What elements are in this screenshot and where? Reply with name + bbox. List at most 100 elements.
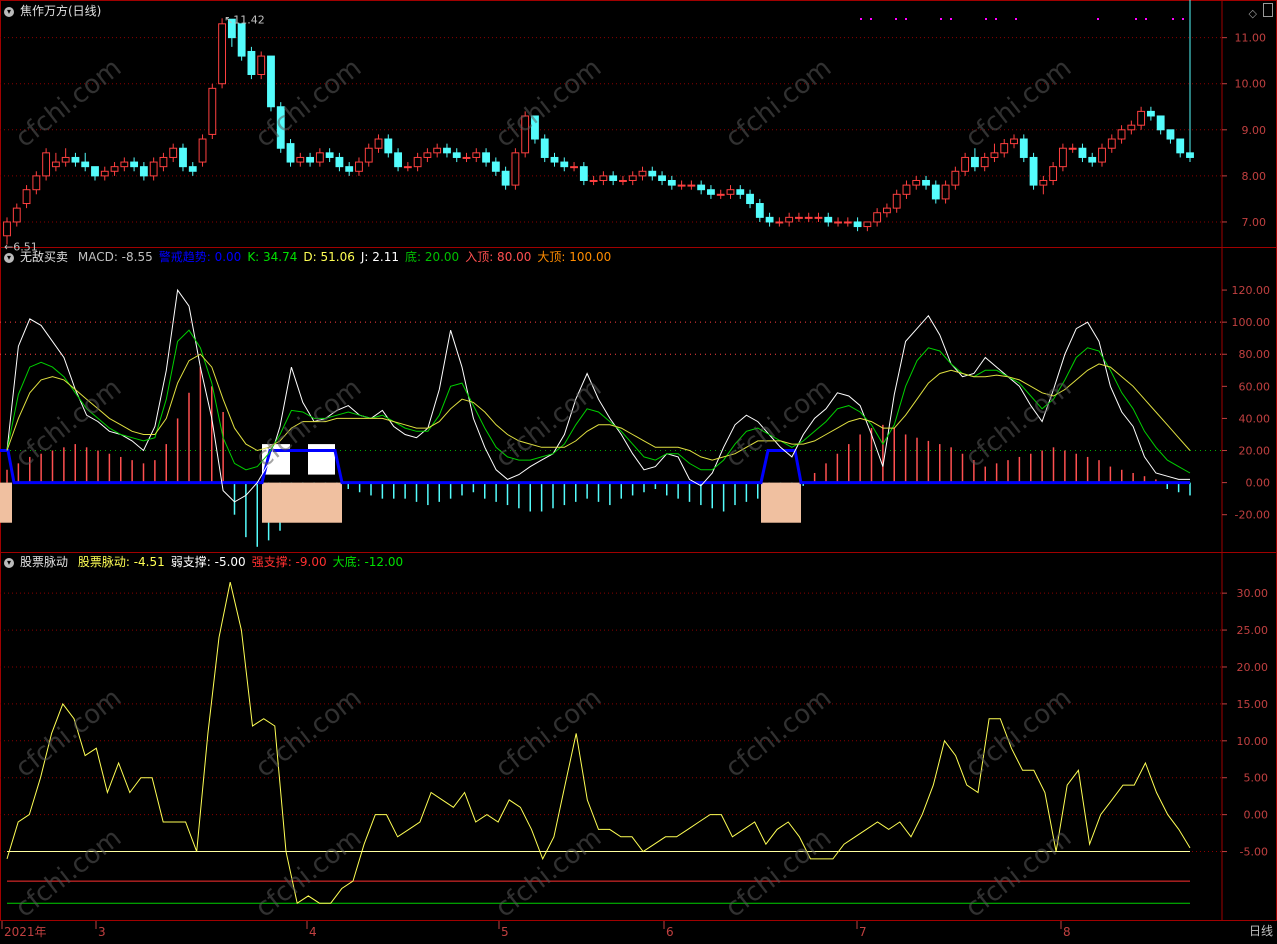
candle-body bbox=[892, 193, 901, 209]
candle-body bbox=[687, 184, 696, 187]
candle-body bbox=[619, 179, 627, 182]
signal-box bbox=[308, 444, 335, 475]
pulse-panel-header: ▾ 股票脉动 股票脉动: -4.51 弱支撑: -5.00 强支撑: -9.00 大底:… bbox=[4, 554, 415, 570]
kdj-line-j bbox=[6, 288, 1190, 503]
candle-body bbox=[61, 156, 70, 163]
signal-dot bbox=[995, 18, 997, 20]
candle-body bbox=[413, 156, 422, 168]
chart-canvas: 11.0010.009.008.007.00↖11.42←6.51120.001… bbox=[0, 0, 1277, 939]
candle-body bbox=[667, 179, 676, 186]
panel-menu-icon[interactable]: ▾ bbox=[4, 557, 14, 568]
candle-body bbox=[814, 216, 823, 219]
candle-body bbox=[472, 152, 481, 158]
candle-body bbox=[755, 203, 764, 218]
candle-body bbox=[990, 152, 999, 158]
candle-body bbox=[746, 193, 754, 205]
candle-body bbox=[1107, 138, 1116, 149]
signal-dot bbox=[1135, 18, 1137, 20]
diamond-icon[interactable]: ◇ bbox=[1249, 7, 1257, 20]
candle-body bbox=[785, 216, 794, 223]
candle-body bbox=[403, 166, 412, 169]
candle-body bbox=[902, 184, 911, 195]
candle-body bbox=[188, 166, 197, 172]
candle-body bbox=[462, 156, 471, 159]
period-label[interactable]: 日线 bbox=[1249, 922, 1273, 939]
candle-body bbox=[306, 156, 315, 163]
signal-block bbox=[0, 482, 12, 523]
macd-panel-name: 无敌买卖 bbox=[20, 250, 69, 264]
macd-tick-label: 0.00 bbox=[1246, 477, 1271, 490]
candle-body bbox=[276, 106, 285, 149]
candle-body bbox=[110, 166, 119, 172]
candle-body bbox=[423, 152, 432, 158]
macd-panel-header: ▾ 无敌买卖 MACD: -8.55 警戒趋势: 0.00 K: 34.74 D: 51… bbox=[4, 249, 623, 265]
candle-body bbox=[374, 138, 383, 149]
macd-tick-label: 100.00 bbox=[1232, 316, 1271, 329]
candle-body bbox=[863, 221, 872, 228]
panel-menu-icon[interactable]: ▾ bbox=[4, 252, 14, 263]
macd-tick-label: 20.00 bbox=[1239, 445, 1271, 458]
candle-body bbox=[71, 156, 80, 163]
candle-body bbox=[853, 221, 862, 228]
candle-body bbox=[1137, 110, 1146, 126]
candle-body bbox=[1019, 138, 1028, 158]
candle-body bbox=[795, 216, 803, 219]
candle-body bbox=[677, 184, 686, 187]
pulse-tick-label: 15.00 bbox=[1237, 698, 1269, 711]
candle-body bbox=[1186, 152, 1194, 158]
price-panel-header: ▾ 焦作万方(日线) bbox=[4, 3, 107, 19]
candle-body bbox=[882, 207, 891, 214]
signal-dot bbox=[950, 18, 952, 20]
candle-body bbox=[804, 216, 813, 219]
window-controls: ◇ bbox=[1243, 3, 1273, 20]
candle-body bbox=[159, 156, 168, 168]
panel-menu-icon[interactable]: ▾ bbox=[4, 6, 14, 17]
legend-entry: MACD: -8.55 bbox=[77, 250, 153, 264]
candle-body bbox=[824, 216, 833, 223]
candle-body bbox=[364, 147, 373, 163]
candle-body bbox=[1117, 129, 1126, 140]
candle-body bbox=[355, 161, 363, 172]
pulse-tick-label: 10.00 bbox=[1237, 735, 1269, 748]
candle-body bbox=[267, 55, 275, 108]
candle-body bbox=[1146, 110, 1155, 117]
price-tick-label: 8.00 bbox=[1242, 170, 1267, 183]
candle-body bbox=[589, 179, 598, 182]
candle-body bbox=[100, 170, 109, 177]
pulse-legend: 股票脉动: -4.51 弱支撑: -5.00 强支撑: -9.00 大底: -12.0… bbox=[78, 555, 409, 569]
candle-body bbox=[218, 23, 227, 85]
candle-body bbox=[531, 115, 539, 140]
candle-body bbox=[922, 179, 930, 186]
candle-body bbox=[3, 221, 11, 237]
candle-body bbox=[237, 23, 246, 57]
candle-body bbox=[579, 166, 588, 181]
x-tick-label: 7 bbox=[859, 925, 867, 939]
candle-body bbox=[1127, 124, 1136, 131]
candle-body bbox=[247, 50, 256, 76]
candle-body bbox=[560, 161, 569, 168]
candle-body bbox=[1088, 156, 1097, 163]
candle-body bbox=[1039, 179, 1048, 186]
legend-entry: D: 51.06 bbox=[303, 250, 355, 264]
candle-body bbox=[736, 189, 745, 195]
candle-body bbox=[775, 221, 784, 224]
x-tick-label: 3 bbox=[98, 925, 106, 939]
candle-body bbox=[208, 87, 217, 135]
price-tick-label: 10.00 bbox=[1235, 78, 1267, 91]
legend-entry: K: 34.74 bbox=[247, 250, 298, 264]
legend-entry: 股票脉动: -4.51 bbox=[77, 555, 165, 569]
candle-body bbox=[707, 189, 715, 195]
candle-body bbox=[540, 138, 549, 158]
macd-tick-label: 120.00 bbox=[1232, 284, 1271, 297]
signal-dot bbox=[1015, 18, 1017, 20]
candle-body bbox=[169, 147, 178, 158]
candle-body bbox=[843, 221, 852, 224]
candle-body bbox=[1058, 147, 1067, 168]
macd-tick-label: -20.00 bbox=[1235, 509, 1270, 522]
candle-body bbox=[452, 152, 461, 158]
candle-body bbox=[198, 138, 207, 163]
legend-entry: 入顶: 80.00 bbox=[465, 250, 532, 264]
candle-body bbox=[1098, 147, 1106, 163]
scroll-icon[interactable] bbox=[1263, 3, 1273, 17]
candle-body bbox=[1166, 129, 1175, 140]
